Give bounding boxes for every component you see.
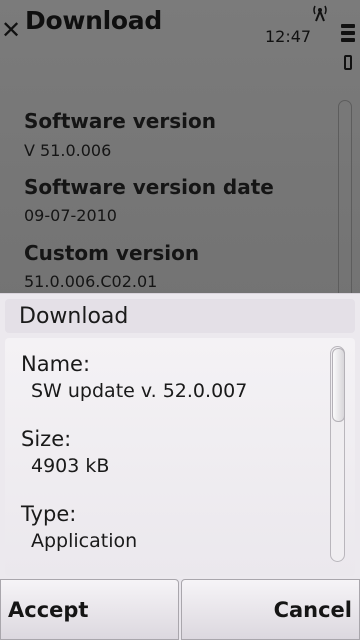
dialog-body[interactable]: Name: SW update v. 52.0.007 Size: 4903 k… [5, 338, 355, 576]
download-dialog: Download Name: SW update v. 52.0.007 Siz… [0, 293, 360, 580]
signal-antenna-icon [313, 5, 327, 22]
page-title: Download [25, 6, 162, 35]
software-version-label: Software version [24, 109, 216, 133]
software-version-value: V 51.0.006 [24, 141, 112, 160]
dialog-scrollbar[interactable] [330, 346, 345, 562]
options-menu-icon[interactable] [341, 24, 355, 46]
size-value: 4903 kB [31, 455, 110, 477]
type-label: Type: [21, 502, 77, 526]
software-version-date-label: Software version date [24, 175, 274, 199]
battery-icon [344, 55, 352, 70]
type-value: Application [31, 530, 138, 552]
name-value: SW update v. 52.0.007 [31, 380, 248, 402]
name-label: Name: [21, 352, 91, 376]
size-label: Size: [21, 427, 72, 451]
software-version-date-value: 09-07-2010 [24, 206, 117, 225]
softkey-bar: Accept Cancel [0, 579, 360, 640]
custom-version-value: 51.0.006.C02.01 [24, 272, 158, 291]
cancel-button[interactable]: Cancel [181, 579, 360, 640]
dialog-header: Download [5, 299, 355, 333]
title-bar: ✕ Download 12:47 [0, 0, 360, 70]
background-scrollbar[interactable] [338, 100, 352, 300]
scrollbar-thumb[interactable] [332, 348, 345, 422]
accept-button[interactable]: Accept [0, 579, 179, 640]
clock: 12:47 [265, 27, 312, 46]
cancel-button-label: Cancel [273, 598, 352, 622]
custom-version-label: Custom version [24, 241, 200, 265]
dialog-title: Download [19, 304, 129, 329]
accept-button-label: Accept [8, 598, 89, 622]
close-icon[interactable]: ✕ [0, 17, 22, 43]
